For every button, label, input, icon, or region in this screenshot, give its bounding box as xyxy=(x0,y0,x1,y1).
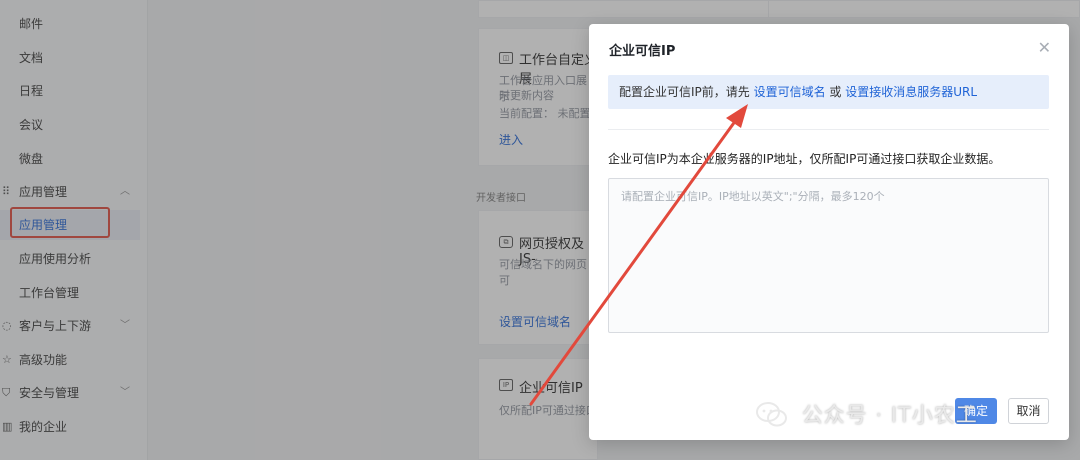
notice-text: 配置企业可信IP前，请先 xyxy=(619,85,754,99)
close-icon[interactable]: ✕ xyxy=(1038,38,1051,57)
notice-text: 或 xyxy=(825,85,846,99)
trusted-ip-dialog: 企业可信IP ✕ 配置企业可信IP前，请先 设置可信域名 或 设置接收消息服务器… xyxy=(589,24,1069,440)
wechat-icon xyxy=(756,402,787,427)
set-message-server-url-link[interactable]: 设置接收消息服务器URL xyxy=(845,85,977,99)
watermark: 公众号 · IT小农工 xyxy=(755,396,1055,436)
trusted-ip-input[interactable] xyxy=(608,178,1049,333)
notice-banner: 配置企业可信IP前，请先 设置可信域名 或 设置接收消息服务器URL xyxy=(608,75,1049,109)
dialog-description: 企业可信IP为本企业服务器的IP地址，仅所配IP可通过接口获取企业数据。 xyxy=(608,152,1001,166)
divider xyxy=(608,129,1049,130)
dialog-title: 企业可信IP xyxy=(609,44,676,59)
watermark-text: 公众号 · IT小农工 xyxy=(801,403,978,427)
set-trusted-domain-link[interactable]: 设置可信域名 xyxy=(754,85,826,99)
